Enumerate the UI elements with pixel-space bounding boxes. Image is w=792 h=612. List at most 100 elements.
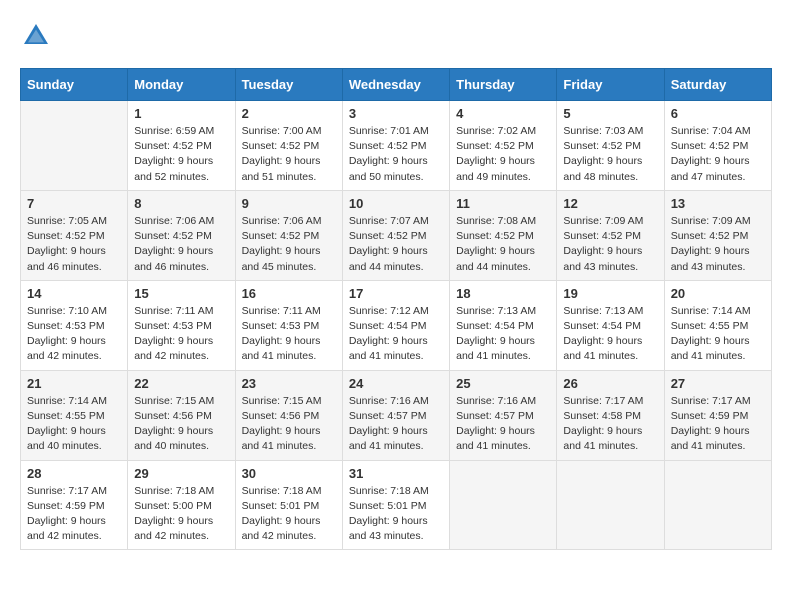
calendar-cell [450, 460, 557, 550]
day-info: Sunrise: 7:02 AMSunset: 4:52 PMDaylight:… [456, 124, 550, 185]
day-info: Sunrise: 7:04 AMSunset: 4:52 PMDaylight:… [671, 124, 765, 185]
calendar-table: SundayMondayTuesdayWednesdayThursdayFrid… [20, 68, 772, 550]
weekday-header: Thursday [450, 69, 557, 101]
day-number: 11 [456, 196, 550, 211]
calendar-cell [664, 460, 771, 550]
calendar-cell: 31Sunrise: 7:18 AMSunset: 5:01 PMDayligh… [342, 460, 449, 550]
day-info: Sunrise: 7:17 AMSunset: 4:59 PMDaylight:… [671, 394, 765, 455]
calendar-cell: 2 Sunrise: 7:00 AMSunset: 4:52 PMDaylight… [235, 101, 342, 191]
calendar-week-row: 1Sunrise: 6:59 AMSunset: 4:52 PMDaylight… [21, 101, 772, 191]
day-info: Sunrise: 7:18 AMSunset: 5:01 PMDaylight:… [242, 484, 336, 545]
day-number: 12 [563, 196, 657, 211]
weekday-header: Wednesday [342, 69, 449, 101]
calendar-cell: 18 Sunrise: 7:13 AMSunset: 4:54 PMDayligh… [450, 280, 557, 370]
calendar-cell: 5Sunrise: 7:03 AMSunset: 4:52 PMDaylight… [557, 101, 664, 191]
weekday-header: Saturday [664, 69, 771, 101]
day-number: 26 [563, 376, 657, 391]
day-info: Sunrise: 7:05 AMSunset: 4:52 PMDaylight:… [27, 214, 121, 275]
calendar-cell: 28Sunrise: 7:17 AMSunset: 4:59 PMDayligh… [21, 460, 128, 550]
day-number: 13 [671, 196, 765, 211]
day-info: Sunrise: 7:15 AMSunset: 4:56 PMDaylight:… [134, 394, 228, 455]
day-info: Sunrise: 7:09 AMSunset: 4:52 PMDaylight:… [671, 214, 765, 275]
day-number: 15 [134, 286, 228, 301]
day-info: Sunrise: 7:03 AMSunset: 4:52 PMDaylight:… [563, 124, 657, 185]
day-number: 17 [349, 286, 443, 301]
day-info: Sunrise: 7:08 AMSunset: 4:52 PMDaylight:… [456, 214, 550, 275]
day-number: 23 [242, 376, 336, 391]
calendar-cell: 15 Sunrise: 7:11 AMSunset: 4:53 PMDayligh… [128, 280, 235, 370]
calendar-cell: 10 Sunrise: 7:07 AMSunset: 4:52 PMDayligh… [342, 190, 449, 280]
day-number: 7 [27, 196, 121, 211]
day-info: Sunrise: 7:10 AMSunset: 4:53 PMDaylight:… [27, 304, 121, 365]
calendar-cell: 4Sunrise: 7:02 AMSunset: 4:52 PMDaylight… [450, 101, 557, 191]
day-number: 25 [456, 376, 550, 391]
calendar-cell: 7 Sunrise: 7:05 AMSunset: 4:52 PMDaylight… [21, 190, 128, 280]
calendar-cell: 1Sunrise: 6:59 AMSunset: 4:52 PMDaylight… [128, 101, 235, 191]
day-number: 3 [349, 106, 443, 121]
day-info: Sunrise: 7:18 AMSunset: 5:01 PMDaylight:… [349, 484, 443, 545]
day-number: 24 [349, 376, 443, 391]
calendar-week-row: 14Sunrise: 7:10 AMSunset: 4:53 PMDayligh… [21, 280, 772, 370]
day-number: 8 [134, 196, 228, 211]
day-info: Sunrise: 7:16 AMSunset: 4:57 PMDaylight:… [456, 394, 550, 455]
calendar-cell: 8 Sunrise: 7:06 AMSunset: 4:52 PMDaylight… [128, 190, 235, 280]
logo-icon [20, 20, 52, 52]
day-info: Sunrise: 7:12 AMSunset: 4:54 PMDaylight:… [349, 304, 443, 365]
calendar-cell: 27 Sunrise: 7:17 AMSunset: 4:59 PMDayligh… [664, 370, 771, 460]
calendar-cell: 6 Sunrise: 7:04 AMSunset: 4:52 PMDaylight… [664, 101, 771, 191]
calendar-cell: 21 Sunrise: 7:14 AMSunset: 4:55 PMDayligh… [21, 370, 128, 460]
day-number: 2 [242, 106, 336, 121]
day-number: 29 [134, 466, 228, 481]
calendar-cell: 19 Sunrise: 7:13 AMSunset: 4:54 PMDayligh… [557, 280, 664, 370]
calendar-week-row: 28Sunrise: 7:17 AMSunset: 4:59 PMDayligh… [21, 460, 772, 550]
weekday-header: Monday [128, 69, 235, 101]
calendar-week-row: 21 Sunrise: 7:14 AMSunset: 4:55 PMDayligh… [21, 370, 772, 460]
day-info: Sunrise: 6:59 AMSunset: 4:52 PMDaylight:… [134, 124, 228, 185]
day-number: 9 [242, 196, 336, 211]
calendar-cell: 29 Sunrise: 7:18 AMSunset: 5:00 PMDayligh… [128, 460, 235, 550]
day-info: Sunrise: 7:06 AMSunset: 4:52 PMDaylight:… [134, 214, 228, 275]
calendar-cell: 14Sunrise: 7:10 AMSunset: 4:53 PMDayligh… [21, 280, 128, 370]
day-info: Sunrise: 7:06 AMSunset: 4:52 PMDaylight:… [242, 214, 336, 275]
calendar-cell: 26Sunrise: 7:17 AMSunset: 4:58 PMDayligh… [557, 370, 664, 460]
calendar-cell: 30 Sunrise: 7:18 AMSunset: 5:01 PMDayligh… [235, 460, 342, 550]
day-info: Sunrise: 7:11 AMSunset: 4:53 PMDaylight:… [134, 304, 228, 365]
day-info: Sunrise: 7:07 AMSunset: 4:52 PMDaylight:… [349, 214, 443, 275]
calendar-cell [21, 101, 128, 191]
day-number: 10 [349, 196, 443, 211]
calendar-cell: 12 Sunrise: 7:09 AMSunset: 4:52 PMDayligh… [557, 190, 664, 280]
calendar-cell: 16Sunrise: 7:11 AMSunset: 4:53 PMDayligh… [235, 280, 342, 370]
weekday-header: Friday [557, 69, 664, 101]
calendar-cell: 17 Sunrise: 7:12 AMSunset: 4:54 PMDayligh… [342, 280, 449, 370]
day-info: Sunrise: 7:14 AMSunset: 4:55 PMDaylight:… [671, 304, 765, 365]
weekday-header: Tuesday [235, 69, 342, 101]
calendar-cell: 3 Sunrise: 7:01 AMSunset: 4:52 PMDaylight… [342, 101, 449, 191]
calendar-cell: 11 Sunrise: 7:08 AMSunset: 4:52 PMDayligh… [450, 190, 557, 280]
calendar-cell: 9 Sunrise: 7:06 AMSunset: 4:52 PMDaylight… [235, 190, 342, 280]
page-header [20, 20, 772, 52]
day-number: 21 [27, 376, 121, 391]
day-number: 19 [563, 286, 657, 301]
day-number: 18 [456, 286, 550, 301]
calendar-cell: 22 Sunrise: 7:15 AMSunset: 4:56 PMDayligh… [128, 370, 235, 460]
calendar-cell [557, 460, 664, 550]
calendar-cell: 13 Sunrise: 7:09 AMSunset: 4:52 PMDayligh… [664, 190, 771, 280]
day-number: 20 [671, 286, 765, 301]
day-info: Sunrise: 7:18 AMSunset: 5:00 PMDaylight:… [134, 484, 228, 545]
day-number: 27 [671, 376, 765, 391]
day-info: Sunrise: 7:00 AMSunset: 4:52 PMDaylight:… [242, 124, 336, 185]
day-info: Sunrise: 7:14 AMSunset: 4:55 PMDaylight:… [27, 394, 121, 455]
calendar-cell: 25 Sunrise: 7:16 AMSunset: 4:57 PMDayligh… [450, 370, 557, 460]
calendar-cell: 24Sunrise: 7:16 AMSunset: 4:57 PMDayligh… [342, 370, 449, 460]
day-info: Sunrise: 7:13 AMSunset: 4:54 PMDaylight:… [456, 304, 550, 365]
calendar-week-row: 7 Sunrise: 7:05 AMSunset: 4:52 PMDaylight… [21, 190, 772, 280]
day-number: 6 [671, 106, 765, 121]
day-number: 30 [242, 466, 336, 481]
day-info: Sunrise: 7:01 AMSunset: 4:52 PMDaylight:… [349, 124, 443, 185]
day-info: Sunrise: 7:13 AMSunset: 4:54 PMDaylight:… [563, 304, 657, 365]
day-number: 22 [134, 376, 228, 391]
day-info: Sunrise: 7:09 AMSunset: 4:52 PMDaylight:… [563, 214, 657, 275]
logo [20, 20, 58, 52]
calendar-header-row: SundayMondayTuesdayWednesdayThursdayFrid… [21, 69, 772, 101]
weekday-header: Sunday [21, 69, 128, 101]
